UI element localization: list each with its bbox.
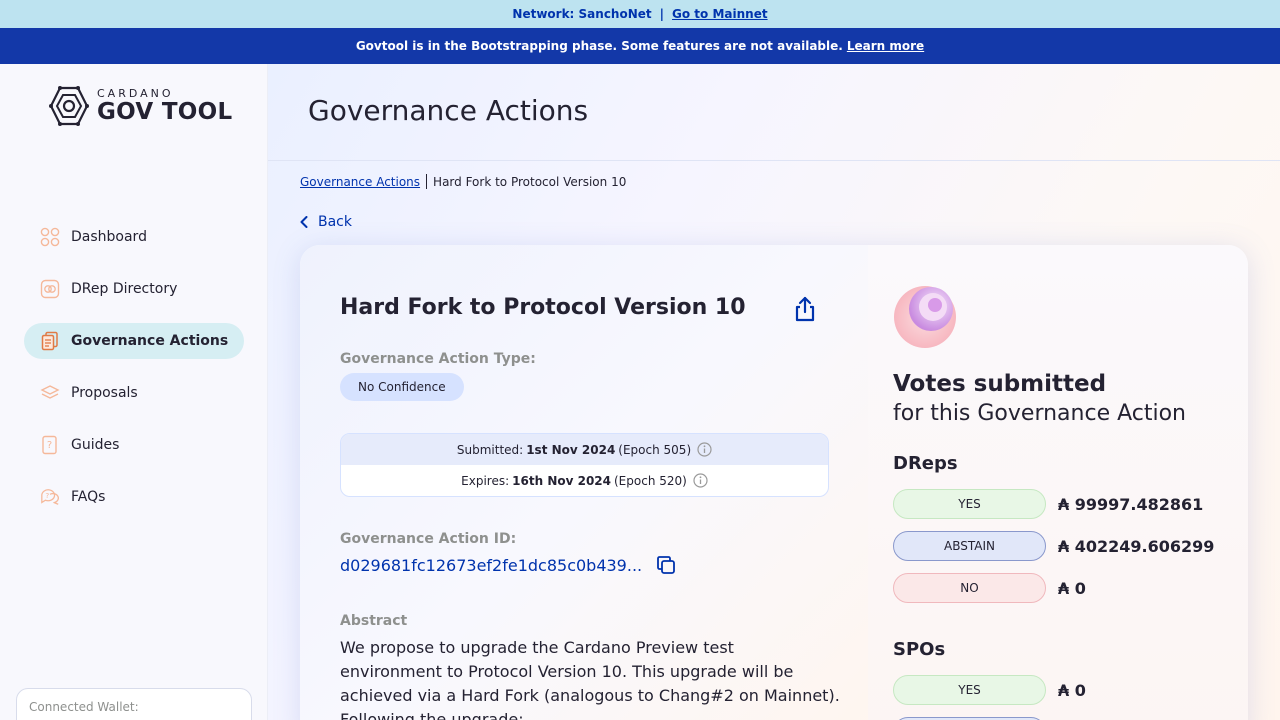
connected-wallet-card[interactable]: Connected Wallet: — [16, 688, 252, 720]
submitted-epoch: (Epoch 505) — [618, 442, 692, 457]
votes-panel: Votes submitted for this Governance Acti… — [868, 245, 1248, 720]
drep-directory-icon — [40, 279, 60, 299]
action-id-label: Governance Action ID: — [340, 531, 517, 547]
spos-section-title: SPOs — [893, 639, 946, 660]
network-separator: | — [659, 7, 665, 21]
action-title: Hard Fork to Protocol Version 10 — [340, 295, 746, 320]
vote-amount: ₳ 402249.606299 — [1058, 536, 1215, 556]
action-details-panel: Hard Fork to Protocol Version 10 Governa… — [300, 245, 868, 720]
info-icon[interactable] — [693, 473, 708, 488]
network-label: Network: SanchoNet — [512, 7, 652, 21]
expires-epoch: (Epoch 520) — [614, 473, 687, 488]
learn-more-link[interactable]: Learn more — [847, 39, 924, 53]
cardano-gov-tool-logo[interactable]: CARDANO GOV TOOL — [48, 86, 232, 126]
guides-icon: ? — [40, 435, 60, 455]
governance-actions-icon — [40, 331, 60, 351]
svg-text:?: ? — [47, 440, 52, 451]
breadcrumb-separator — [426, 174, 428, 189]
submitted-label: Submitted: — [456, 442, 524, 457]
back-label: Back — [318, 214, 352, 230]
submitted-date: 1st Nov 2024 — [526, 442, 616, 457]
faqs-icon: ? — [40, 487, 60, 507]
network-bar: Network: SanchoNet | Go to Mainnet — [0, 0, 1280, 28]
sidebar-item-label: Dashboard — [71, 229, 147, 245]
spo-vote-yes-row: YES ₳ 0 — [893, 675, 1086, 705]
back-button[interactable]: Back — [300, 214, 352, 230]
governance-action-card: Hard Fork to Protocol Version 10 Governa… — [300, 245, 1248, 720]
sidebar-item-label: Governance Actions — [71, 333, 229, 349]
expires-date: 16th Nov 2024 — [512, 473, 611, 488]
bootstrap-text: Govtool is in the Bootstrapping phase. S… — [355, 39, 843, 53]
page-header: Governance Actions — [268, 64, 1280, 161]
sidebar-item-label: DRep Directory — [71, 281, 178, 297]
main-content: Governance Actions Governance Actions Ha… — [268, 64, 1280, 720]
abstract-text: We propose to upgrade the Cardano Previe… — [340, 638, 840, 720]
connected-wallet-label: Connected Wallet: — [29, 700, 139, 714]
breadcrumb: Governance Actions Hard Fork to Protocol… — [300, 174, 626, 189]
abstract-label: Abstract — [340, 613, 408, 629]
sidebar-item-proposals[interactable]: Proposals — [24, 375, 244, 411]
page-title: Governance Actions — [308, 94, 589, 127]
sidebar-item-governance-actions[interactable]: Governance Actions — [24, 323, 244, 359]
svg-text:?: ? — [45, 491, 49, 500]
copy-icon[interactable] — [656, 555, 676, 575]
drep-vote-yes-row: YES ₳ 99997.482861 — [893, 489, 1203, 519]
sidebar-item-guides[interactable]: ? Guides — [24, 427, 244, 463]
go-to-mainnet-link[interactable]: Go to Mainnet — [672, 7, 768, 21]
submitted-row: Submitted: 1st Nov 2024 (Epoch 505) — [341, 434, 828, 465]
action-type-pill: No Confidence — [340, 373, 464, 401]
votes-subtitle: for this Governance Action — [893, 401, 1186, 426]
vote-amount: ₳ 0 — [1058, 680, 1086, 700]
drep-vote-no-row: NO ₳ 0 — [893, 573, 1086, 603]
vote-amount: ₳ 99997.482861 — [1058, 494, 1204, 514]
breadcrumb-link-governance-actions[interactable]: Governance Actions — [300, 175, 420, 189]
sidebar-item-drep-directory[interactable]: DRep Directory — [24, 271, 244, 307]
sidebar: CARDANO GOV TOOL Dashboard DRep Director… — [0, 64, 268, 720]
dashboard-icon — [40, 227, 60, 247]
vote-pill-yes: YES — [893, 675, 1046, 705]
breadcrumb-current: Hard Fork to Protocol Version 10 — [433, 174, 627, 189]
vote-pill-yes: YES — [893, 489, 1046, 519]
sidebar-item-label: Guides — [71, 437, 120, 453]
action-type-label: Governance Action Type: — [340, 351, 536, 367]
vote-pill-abstain: ABSTAIN — [893, 531, 1046, 561]
logo-text-bottom: GOV TOOL — [97, 98, 233, 125]
action-id-row: d029681fc12673ef2fe1dc85c0b439... — [340, 555, 676, 575]
vote-amount: ₳ 0 — [1058, 578, 1086, 598]
sidebar-item-label: Proposals — [71, 385, 138, 401]
sidebar-item-dashboard[interactable]: Dashboard — [24, 219, 244, 255]
votes-title: Votes submitted — [893, 371, 1107, 397]
sidebar-nav: Dashboard DRep Directory Governance Acti… — [24, 219, 244, 531]
sidebar-item-label: FAQs — [71, 489, 106, 505]
sidebar-item-faqs[interactable]: ? FAQs — [24, 479, 244, 515]
drep-vote-abstain-row: ABSTAIN ₳ 402249.606299 — [893, 531, 1214, 561]
logo-mark-icon — [49, 86, 89, 126]
votes-illustration-icon — [894, 286, 956, 348]
bootstrap-banner: Govtool is in the Bootstrapping phase. S… — [0, 28, 1280, 64]
dreps-section-title: DReps — [893, 453, 958, 474]
expires-label: Expires: — [461, 473, 510, 488]
info-icon[interactable] — [697, 442, 712, 457]
logo-text-top: CARDANO — [97, 86, 174, 100]
chevron-left-icon — [300, 216, 308, 228]
dates-box: Submitted: 1st Nov 2024 (Epoch 505) Expi… — [340, 433, 829, 497]
proposals-icon — [40, 383, 60, 403]
expires-row: Expires: 16th Nov 2024 (Epoch 520) — [341, 465, 828, 496]
action-id-value[interactable]: d029681fc12673ef2fe1dc85c0b439... — [340, 556, 642, 575]
share-icon — [795, 296, 815, 322]
vote-pill-no: NO — [893, 573, 1046, 603]
share-button[interactable] — [792, 295, 818, 323]
